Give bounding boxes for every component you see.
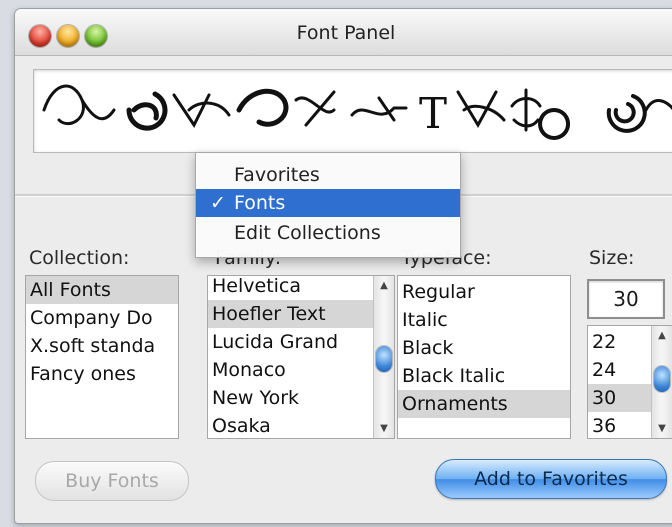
family-list-item[interactable]: New York <box>208 384 394 412</box>
title-bar[interactable]: Font Panel <box>15 9 672 56</box>
menu-item-label: Favorites <box>234 164 320 186</box>
family-list-item[interactable]: Osaka <box>208 412 394 438</box>
family-list-item[interactable]: Helvetica <box>208 276 394 300</box>
size-scrollbar[interactable]: ▲ ▼ <box>651 326 672 438</box>
menu-item-label: Edit Collections <box>234 222 381 244</box>
menu-item-fonts[interactable]: ✓ Fonts <box>196 189 460 217</box>
menu-item-label: Fonts <box>234 192 286 214</box>
add-to-favorites-button[interactable]: Add to Favorites <box>435 459 667 499</box>
typeface-list-item[interactable]: Black <box>398 334 570 362</box>
typeface-list-item[interactable]: Italic <box>398 306 570 334</box>
collection-list-item[interactable]: All Fonts <box>26 276 178 304</box>
collection-list-item[interactable]: Fancy ones <box>26 360 178 388</box>
family-list-item[interactable]: Lucida Grand <box>208 328 394 356</box>
typeface-list-item[interactable]: Ornaments <box>398 390 570 418</box>
window-title: Font Panel <box>296 22 396 44</box>
scroll-up-arrow-icon[interactable]: ▲ <box>652 330 672 341</box>
scroll-down-arrow-icon[interactable]: ▼ <box>374 423 394 434</box>
family-list-item[interactable]: Hoefler Text <box>208 300 394 328</box>
menu-item-favorites[interactable]: Favorites <box>196 161 460 189</box>
preview-letter: T <box>419 89 447 138</box>
menu-item-edit-collections[interactable]: Edit Collections <box>196 219 460 247</box>
family-scrollbar[interactable]: ▲ ▼ <box>373 276 394 438</box>
typeface-list[interactable]: Regular Italic Black Black Italic Ornaments <box>397 275 571 439</box>
scroll-thumb[interactable] <box>376 346 392 372</box>
ornament-preview-glyphs: T <box>42 84 672 140</box>
size-label: Size: <box>589 247 635 269</box>
typeface-list-item[interactable]: Black Italic <box>398 362 570 390</box>
size-input[interactable]: 30 <box>587 279 665 319</box>
collection-list-item[interactable]: X.soft standa <box>26 332 178 360</box>
family-list-item[interactable]: Monaco <box>208 356 394 384</box>
collection-list-item[interactable]: Company Do <box>26 304 178 332</box>
font-panel-window: Font Panel T Collection: Family: Typefac… <box>14 8 672 524</box>
scroll-thumb[interactable] <box>654 366 670 392</box>
scroll-up-arrow-icon[interactable]: ▲ <box>374 280 394 291</box>
checkmark-icon: ✓ <box>210 192 226 214</box>
size-list[interactable]: 22 24 30 36 ▲ ▼ <box>587 325 672 439</box>
font-preview: T <box>33 69 672 153</box>
collection-label: Collection: <box>29 247 130 269</box>
buy-fonts-button[interactable]: Buy Fonts <box>35 461 189 501</box>
collection-popup-menu: Favorites ✓ Fonts Edit Collections <box>195 152 461 258</box>
typeface-list-item[interactable]: Regular <box>398 278 570 306</box>
collection-list[interactable]: All Fonts Company Do X.soft standa Fancy on… <box>25 275 179 439</box>
scroll-down-arrow-icon[interactable]: ▼ <box>652 423 672 434</box>
family-list[interactable]: Helvetica Hoefler Text Lucida Grand Monaco N… <box>207 275 395 439</box>
